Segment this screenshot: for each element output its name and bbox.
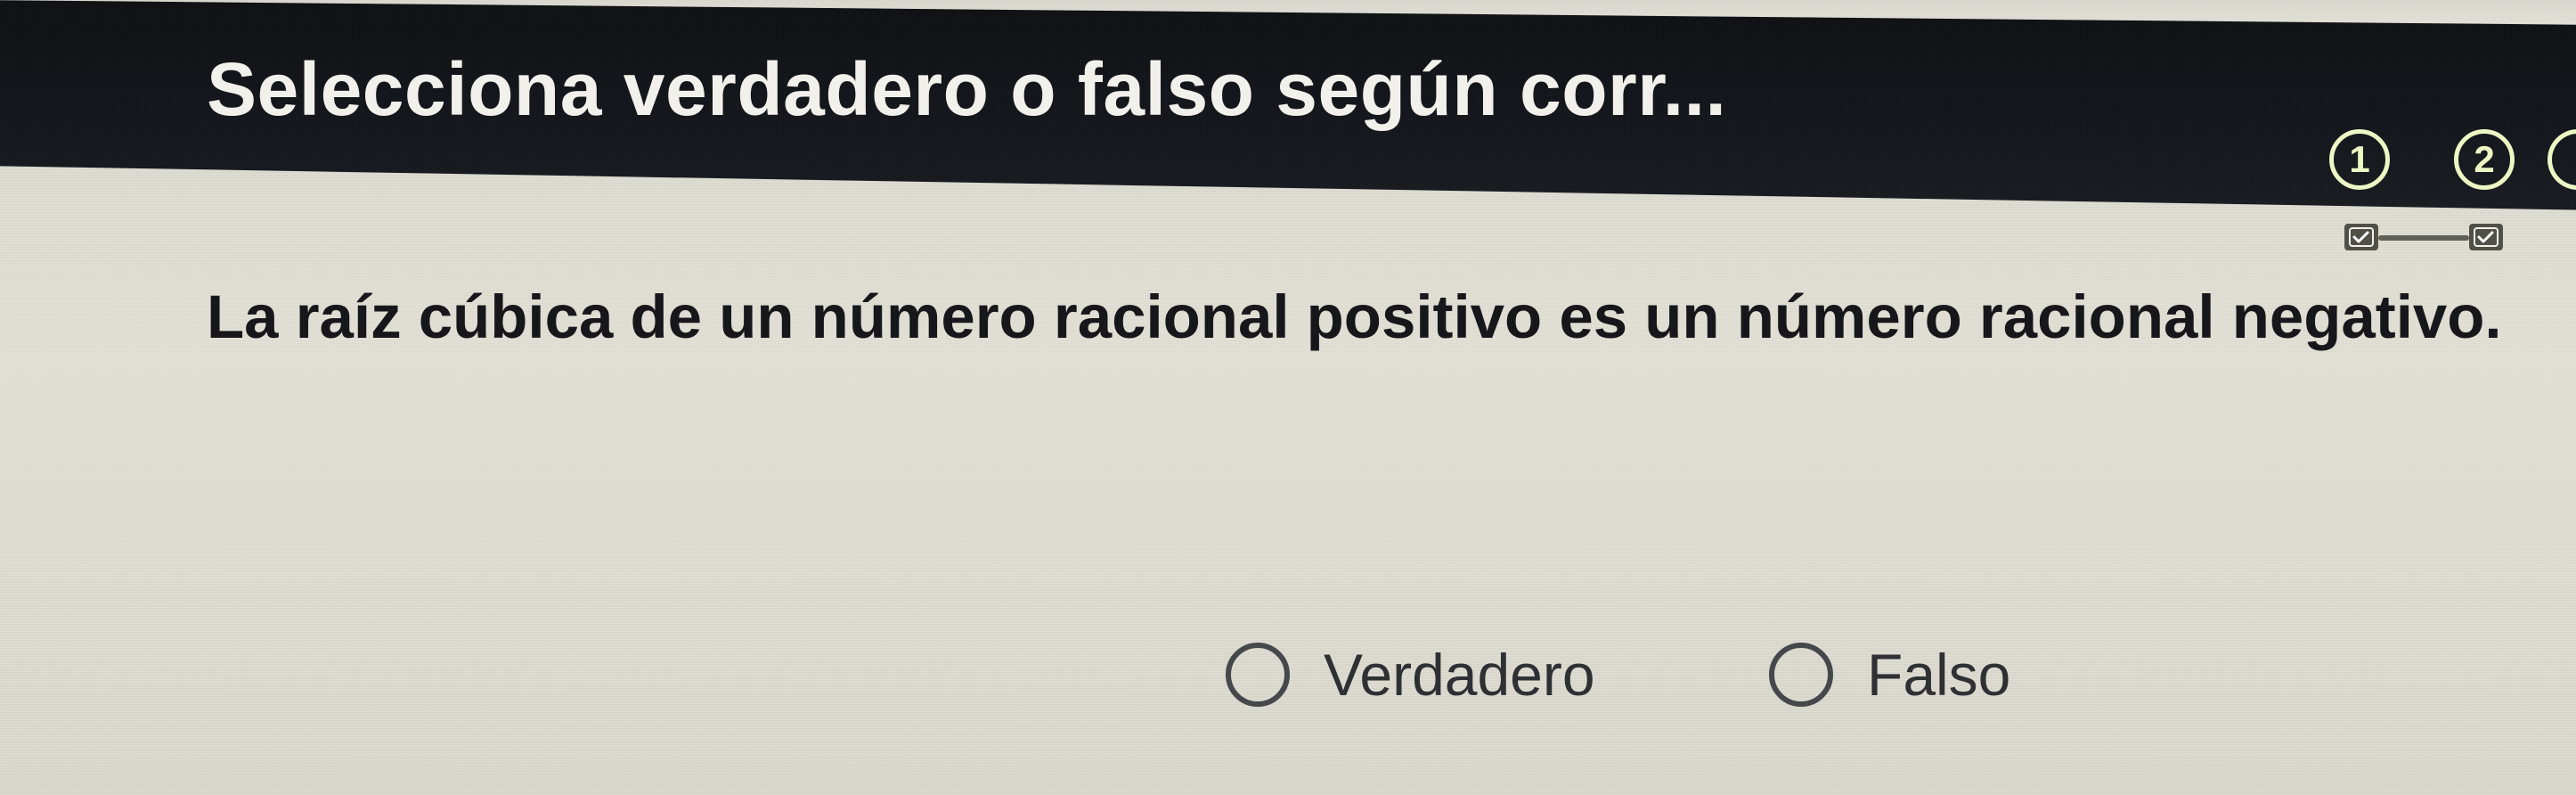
progress-step-next[interactable]: [2547, 129, 2576, 190]
progress-step-2-status: [2469, 224, 2503, 250]
answer-option-false[interactable]: Falso: [1769, 635, 2010, 715]
radio-button-false[interactable]: [1769, 643, 1833, 707]
answer-label-false: Falso: [1867, 642, 2011, 708]
question-progress: 1 2: [2329, 129, 2576, 254]
check-box-icon: [2474, 227, 2499, 247]
progress-connector: [2378, 235, 2469, 241]
check-box-icon: [2349, 227, 2374, 247]
progress-step-1[interactable]: 1: [2329, 129, 2390, 190]
question-title: Selecciona verdadero o falso según corr.…: [207, 47, 1727, 131]
answer-option-true[interactable]: Verdadero: [1226, 635, 1595, 715]
question-text: La raíz cúbica de un número racional pos…: [207, 283, 2502, 351]
quiz-screen: Selecciona verdadero o falso según corr.…: [0, 0, 2576, 795]
progress-step-2[interactable]: 2: [2454, 129, 2515, 190]
progress-step-1-status: [2344, 224, 2378, 250]
radio-button-true[interactable]: [1226, 643, 1290, 707]
answer-label-true: Verdadero: [1324, 642, 1595, 708]
answer-options: Verdadero Falso: [1226, 635, 2027, 715]
